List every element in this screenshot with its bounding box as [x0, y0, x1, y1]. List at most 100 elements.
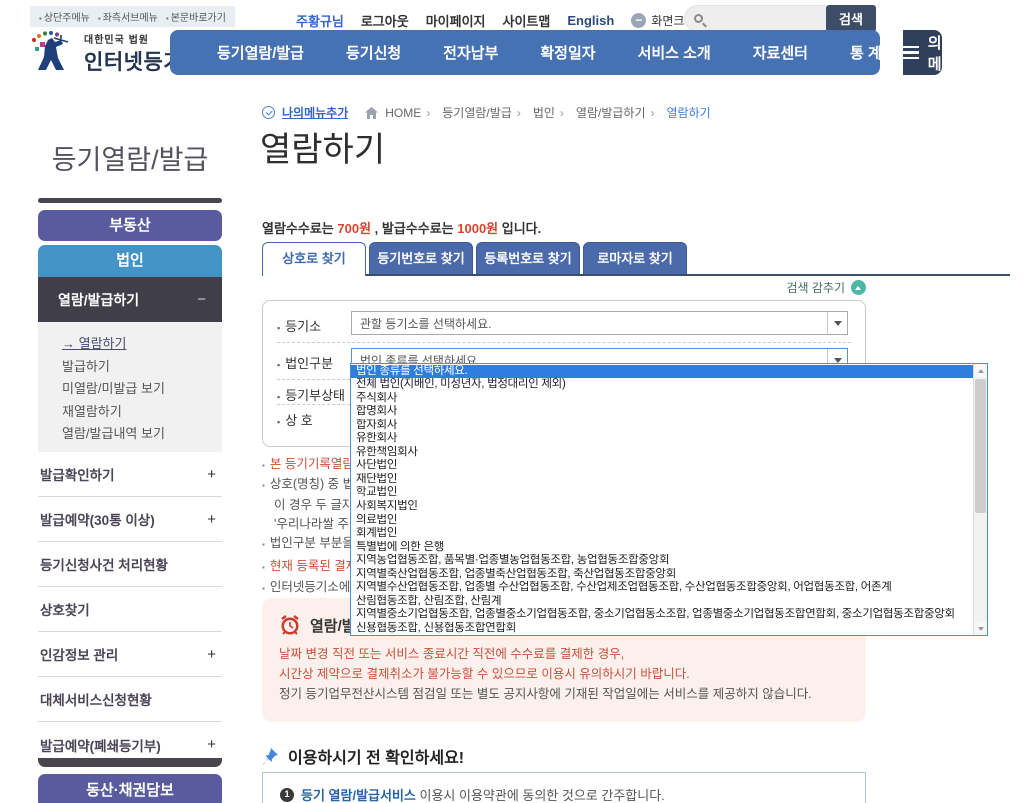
corp-type-option[interactable]: 지역별중소기업협동조합, 업종별중소기업협동조합, 중소기업협동소조합, 업종별… [351, 608, 973, 622]
court-emblem-icon [31, 30, 69, 70]
home-icon [365, 106, 379, 119]
mypage-link[interactable]: 마이페이지 [426, 11, 486, 30]
expand-icon: + [207, 510, 216, 528]
corp-type-option[interactable]: 회계법인 [351, 527, 973, 541]
sidebar-subitem-unviewed[interactable]: 미열람/미발급 보기 [62, 378, 222, 401]
registry-office-select[interactable]: 관할 등기소를 선택하세요. [351, 311, 848, 335]
corp-type-option[interactable]: 사회복지법인 [351, 500, 973, 514]
skip-links: 상단주메뉴 좌측서브메뉴 본문바로가기 [30, 6, 235, 27]
check-before-use-header: 이용하시기 전 확인하세요! [262, 744, 464, 768]
nav-fixed-date[interactable]: 확정일자 [519, 42, 616, 63]
corp-type-option[interactable]: 유한회사 [351, 432, 973, 446]
sidebar-subitem-history[interactable]: 열람/발급내역 보기 [62, 423, 222, 446]
corp-type-option[interactable]: 특별법에 의한 은행 [351, 541, 973, 555]
corp-type-option[interactable]: 신용협동조합, 신용협동조합연합회 [351, 622, 973, 635]
nav-statistics[interactable]: 통 계 [829, 42, 903, 63]
number-1-icon: 1 [280, 787, 294, 802]
corp-type-option[interactable]: 주식회사 [351, 392, 973, 406]
corp-type-option[interactable]: 지역농업협동조합, 품목별·업종별농업협동조합, 농업협동조합중앙회 [351, 554, 973, 568]
pushpin-icon [263, 747, 278, 764]
corp-type-option[interactable]: 전체 법인(지배인, 미성년자, 법정대리인 제외) [351, 378, 973, 392]
tab-underline [262, 274, 1010, 276]
sidebar-item-issue-confirm[interactable]: 발급확인하기 + [38, 452, 222, 497]
corp-type-option[interactable]: 유한책임회사 [351, 446, 973, 460]
skip-link-content[interactable]: 본문바로가기 [166, 9, 226, 24]
dropdown-scrollbar[interactable] [973, 364, 987, 635]
add-my-menu-link[interactable]: 나의메뉴추가 [282, 104, 348, 121]
corp-type-option[interactable]: 사단법인 [351, 459, 973, 473]
breadcrumb-registry[interactable]: 등기열람/발급 [442, 104, 526, 121]
corp-type-option[interactable]: 재단법인 [351, 473, 973, 487]
breadcrumb-home[interactable]: HOME [385, 106, 435, 120]
expand-icon: + [207, 465, 216, 483]
breadcrumb-corporation[interactable]: 법인 [533, 104, 569, 121]
nav-registry-view-issue[interactable]: 등기열람/발급 [196, 42, 325, 63]
collapse-up-icon [851, 280, 866, 295]
search-icon [694, 14, 703, 23]
collapse-icon: − [197, 291, 206, 308]
search-button[interactable]: 검색 [826, 5, 876, 32]
alarm-clock-icon [281, 615, 299, 635]
search-input[interactable] [709, 11, 819, 26]
my-menu-label: 나의메뉴 [927, 13, 942, 94]
sidebar-real-estate-button[interactable]: 부동산 [38, 210, 222, 241]
sidebar-item-issue-reserve-30[interactable]: 발급예약(30통 이상) + [38, 497, 222, 542]
sidebar-item-alt-service-status[interactable]: 대체서비스신청현황 [38, 677, 222, 722]
alert-title-fragment: 열람/발 [310, 617, 356, 635]
expand-icon: + [207, 736, 216, 753]
nav-epayment[interactable]: 전자납부 [422, 42, 519, 63]
sidebar-corporation-button[interactable]: 법인 [38, 245, 222, 277]
hamburger-icon [902, 45, 919, 60]
english-link[interactable]: English [567, 13, 614, 28]
sidebar-subitem-reread[interactable]: 재열람하기 [62, 401, 222, 424]
scrollbar-thumb[interactable] [975, 379, 986, 513]
check-icon [262, 106, 275, 119]
search-field[interactable] [684, 5, 826, 32]
check-before-use-title: 이용하시기 전 확인하세요! [288, 750, 465, 767]
skip-link-left-menu[interactable]: 좌측서브메뉴 [98, 9, 158, 24]
breadcrumb-current: 열람하기 [666, 106, 711, 120]
skip-link-top-menu[interactable]: 상단주메뉴 [39, 9, 90, 24]
alert-line-1: 날짜 변경 직전 또는 서비스 종료시간 직전에 수수료를 결제한 경우, [279, 647, 625, 661]
nav-data-center[interactable]: 자료센터 [732, 42, 829, 63]
sidebar-top-bar [38, 198, 222, 203]
issue-fee: 1000원 [457, 221, 499, 236]
corp-type-option[interactable]: 학교법인 [351, 486, 973, 500]
corp-type-option[interactable]: 산림협동조합, 산림조합, 산림계 [351, 595, 973, 609]
corp-type-option[interactable]: 지역별수산업협동조합, 업종별 수산업협동조합, 수산업제조업협동조합, 수산업… [351, 581, 973, 595]
tab-by-roman[interactable]: 로마자로 찾기 [583, 242, 687, 274]
tab-by-registry-number[interactable]: 등기번호로 찾기 [369, 242, 473, 274]
sidebar-movables-button[interactable]: 동산·채권담보 [38, 774, 222, 803]
corp-type-option[interactable]: 합자회사 [351, 419, 973, 433]
sidebar-item-seal-info[interactable]: 인감정보 관리 + [38, 632, 222, 677]
expand-icon: + [207, 645, 216, 663]
user-name[interactable]: 주황규님 [296, 11, 344, 30]
font-decrease-button[interactable]: − [631, 13, 647, 28]
global-nav: 등기열람/발급 등기신청 전자납부 확정일자 서비스 소개 자료센터 통 계 나… [170, 14, 942, 94]
nav-service-intro[interactable]: 서비스 소개 [617, 42, 732, 63]
sidebar-item-trade-name-search[interactable]: 상호찾기 [38, 587, 222, 632]
breadcrumb-view-issue[interactable]: 열람/발급하기 [576, 104, 660, 121]
sidebar-section-view-issue[interactable]: 열람/발급하기 − [38, 277, 222, 322]
tab-by-registration-number[interactable]: 등록번호로 찾기 [476, 242, 580, 274]
terms-notice-box: 1 등기 열람/발급서비스 이용시 이용약관에 동의한 것으로 간주합니다. [262, 772, 866, 803]
corp-type-option[interactable]: 법인 종류를 선택하세요. [351, 364, 973, 379]
hide-search-toggle[interactable]: 검색 감추기 [262, 279, 866, 296]
scroll-down-icon[interactable] [974, 622, 987, 635]
nav-registry-apply[interactable]: 등기신청 [325, 42, 422, 63]
my-menu-button[interactable]: 나의메뉴 [902, 14, 942, 94]
sidebar-subitem-view[interactable]: → 열람하기 [62, 333, 222, 356]
tab-by-trade-name[interactable]: 상호로 찾기 [262, 242, 366, 276]
sitemap-link[interactable]: 사이트맵 [503, 11, 551, 30]
sidebar-title: 등기열람/발급 [51, 145, 209, 175]
corp-type-option[interactable]: 지역별축산업협동조합, 업종별축산업협동조합, 축산업협동조합중앙회 [351, 568, 973, 582]
corp-type-option[interactable]: 의료법인 [351, 514, 973, 528]
scroll-up-icon[interactable] [974, 364, 987, 377]
sidebar-item-case-status[interactable]: 등기신청사건 처리현황 [38, 542, 222, 587]
site-search: 검색 [684, 5, 876, 32]
utility-bar: 주황규님 로그아웃 마이페이지 사이트맵 English − 화면크기 + [296, 11, 716, 30]
registry-office-label: 등기소 [277, 316, 321, 335]
corp-type-option[interactable]: 합명회사 [351, 405, 973, 419]
logout-link[interactable]: 로그아웃 [361, 11, 409, 30]
sidebar-subitem-issue[interactable]: 발급하기 [62, 356, 222, 379]
